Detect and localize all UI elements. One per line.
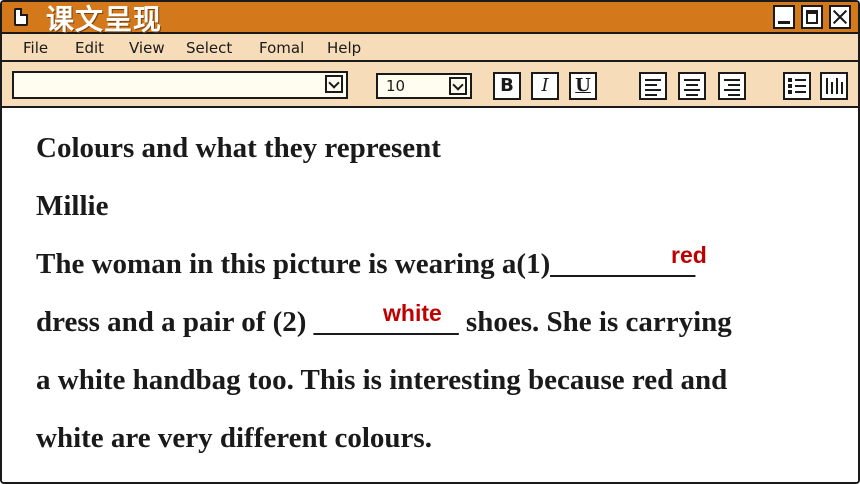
- font-size-select[interactable]: 10: [376, 73, 472, 99]
- underline-button[interactable]: U: [569, 72, 597, 100]
- align-left-button[interactable]: [639, 72, 667, 100]
- answer-1: red: [671, 242, 707, 268]
- text-line-3: a white handbag too. This is interesting…: [36, 364, 728, 396]
- text-title: Colours and what they represent: [36, 132, 441, 164]
- text-line-4: white are very different colours.: [36, 422, 432, 454]
- text-author: Millie: [36, 190, 109, 222]
- columns-button[interactable]: [820, 72, 848, 100]
- answer-2: white: [383, 300, 442, 326]
- menu-file[interactable]: File: [23, 39, 48, 57]
- menu-select[interactable]: Select: [186, 39, 232, 57]
- font-size-value: 10: [386, 77, 406, 95]
- menu-help[interactable]: Help: [327, 39, 361, 57]
- document-icon: [14, 8, 28, 26]
- text-line-1: The woman in this picture is wearing a(1…: [36, 248, 696, 280]
- close-button[interactable]: [829, 5, 851, 29]
- bullet-list-button[interactable]: [783, 72, 811, 100]
- font-family-select[interactable]: [12, 71, 348, 99]
- bold-button[interactable]: B: [493, 72, 521, 100]
- align-right-button[interactable]: [718, 72, 746, 100]
- app-window: 课文呈现 File Edit View Select Fomal Help 10…: [0, 0, 860, 484]
- format-toolbar: 10 B I U: [2, 62, 858, 108]
- italic-button[interactable]: I: [531, 72, 559, 100]
- menu-format[interactable]: Fomal: [259, 39, 304, 57]
- window-title: 课文呈现: [46, 3, 163, 36]
- menu-edit[interactable]: Edit: [75, 39, 104, 57]
- align-center-button[interactable]: [678, 72, 706, 100]
- chevron-down-icon[interactable]: [325, 75, 343, 93]
- document-body[interactable]: Colours and what they represent Millie T…: [2, 108, 858, 482]
- minimize-button[interactable]: [773, 5, 795, 29]
- title-bar: 课文呈现: [2, 2, 858, 36]
- menu-bar: File Edit View Select Fomal Help: [2, 34, 858, 62]
- menu-view[interactable]: View: [129, 39, 165, 57]
- maximize-button[interactable]: [801, 5, 823, 29]
- chevron-down-icon[interactable]: [449, 77, 467, 95]
